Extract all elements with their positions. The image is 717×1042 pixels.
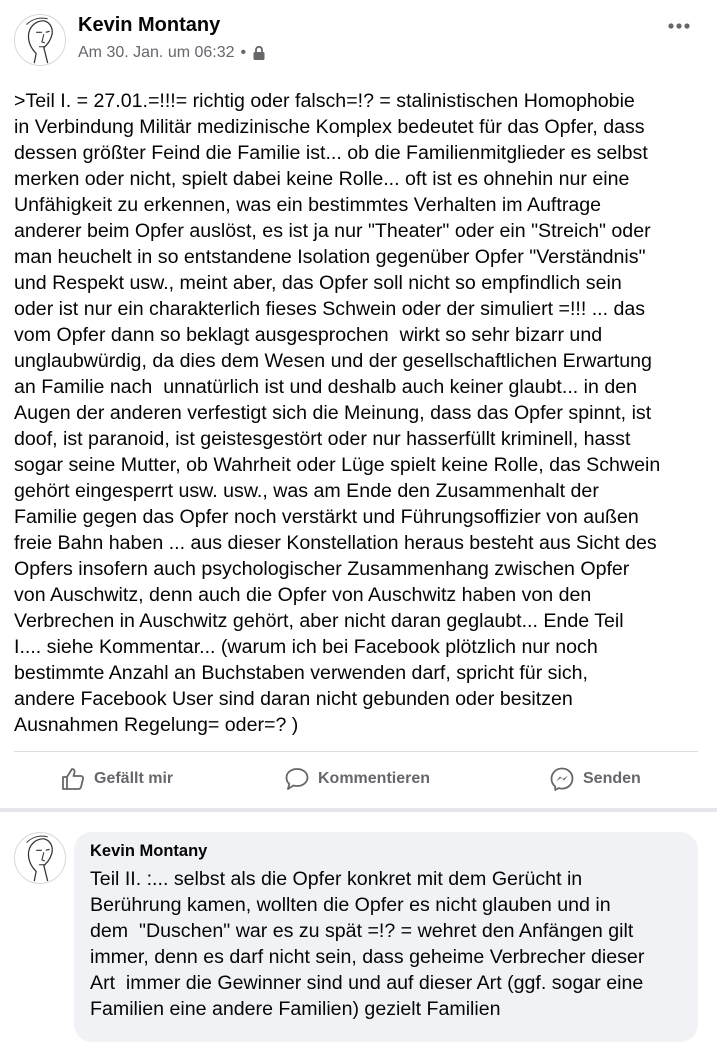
avatar-sketch-face-icon xyxy=(26,17,53,64)
comment-author-name[interactable]: Kevin Montany xyxy=(90,842,207,861)
post-action-bar: Gefällt mir Kommentieren Senden xyxy=(0,752,717,808)
post-timestamp[interactable]: Am 30. Jan. um 06:32 xyxy=(78,44,235,62)
more-options-icon[interactable] xyxy=(665,14,693,38)
post-author-name[interactable]: Kevin Montany xyxy=(78,14,220,37)
comment-bubble: Kevin Montany Teil II. :... selbst als d… xyxy=(74,832,698,1042)
post-header: Kevin Montany Am 30. Jan. um 06:32 • xyxy=(0,0,717,80)
avatar-sketch-face-icon xyxy=(26,835,53,882)
messenger-icon xyxy=(550,767,574,791)
comment-avatar[interactable] xyxy=(14,832,66,884)
avatar[interactable] xyxy=(14,14,66,66)
post-body-text: >Teil I. = 27.01.=!!!= richtig oder fals… xyxy=(14,90,661,736)
thumbs-up-icon xyxy=(62,768,85,790)
comment-label: Kommentieren xyxy=(318,770,431,787)
meta-separator: • xyxy=(240,44,247,61)
like-button[interactable]: Gefällt mir xyxy=(60,766,173,792)
send-button[interactable]: Senden xyxy=(549,766,641,792)
section-separator xyxy=(0,808,717,812)
comment-body-text: Teil II. :... selbst als die Opfer konkr… xyxy=(90,868,645,1020)
speech-bubble-icon xyxy=(285,768,309,790)
like-label: Gefällt mir xyxy=(94,770,174,787)
lock-icon[interactable] xyxy=(252,45,266,61)
post-meta: Am 30. Jan. um 06:32 • xyxy=(78,44,266,62)
comment-button[interactable]: Kommentieren xyxy=(284,766,430,792)
send-label: Senden xyxy=(583,770,641,787)
